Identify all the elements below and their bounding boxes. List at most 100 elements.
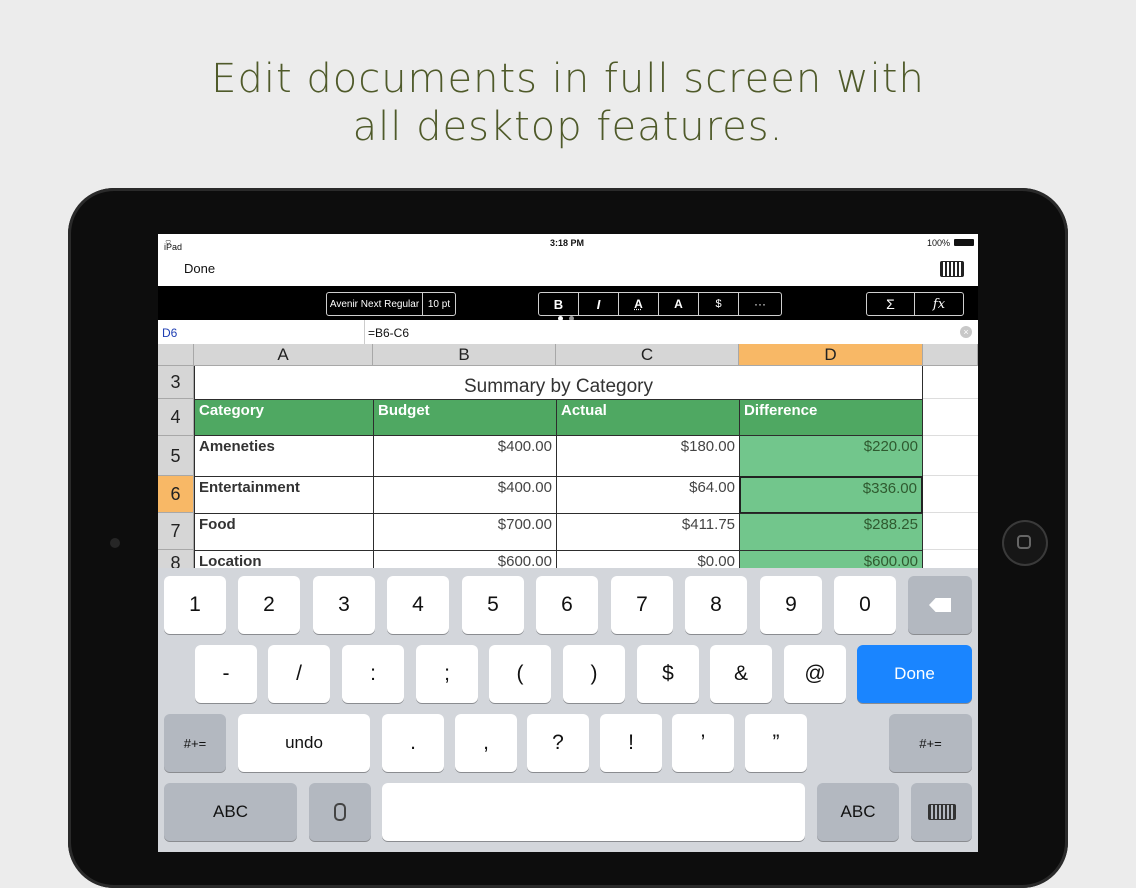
row-header-3[interactable]: 3: [158, 366, 194, 399]
key-1[interactable]: 1: [164, 576, 226, 634]
row-header-4[interactable]: 4: [158, 399, 194, 436]
key-5[interactable]: 5: [462, 576, 524, 634]
key-2[interactable]: 2: [238, 576, 300, 634]
battery-icon: [954, 239, 974, 246]
cell-actual[interactable]: $64.00: [556, 476, 740, 514]
font-size-button[interactable]: 10 pt: [423, 293, 455, 315]
row-header-7[interactable]: 7: [158, 513, 194, 550]
device-label: iPad ⌔: [164, 238, 183, 252]
cell-difference-selected[interactable]: $336.00: [739, 476, 923, 514]
column-header-e[interactable]: [923, 344, 978, 366]
key-period[interactable]: .: [382, 714, 444, 772]
keyboard-toggle-icon[interactable]: [940, 261, 964, 277]
spreadsheet-grid: A B C D 3 4 5 6 7 8 Summary by Category …: [158, 344, 978, 568]
microphone-icon: [334, 803, 346, 821]
header-difference[interactable]: Difference: [739, 399, 923, 436]
undo-key[interactable]: undo: [238, 714, 370, 772]
abc-key-right[interactable]: ABC: [817, 783, 899, 841]
italic-button[interactable]: I: [579, 293, 619, 315]
space-key[interactable]: [382, 783, 805, 841]
front-camera: [110, 538, 120, 548]
cell-e3[interactable]: [923, 366, 978, 399]
cell-budget[interactable]: $600.00: [373, 550, 557, 568]
cell-category[interactable]: Ameneties: [194, 435, 374, 477]
currency-button[interactable]: $: [699, 293, 739, 315]
key-open-paren[interactable]: (: [489, 645, 551, 703]
key-slash[interactable]: /: [268, 645, 330, 703]
symbols-key-right[interactable]: #+=: [889, 714, 972, 772]
key-question[interactable]: ?: [527, 714, 589, 772]
header-category[interactable]: Category: [194, 399, 374, 436]
more-button[interactable]: ···: [739, 293, 781, 315]
symbols-key-left[interactable]: #+=: [164, 714, 226, 772]
key-comma[interactable]: ,: [455, 714, 517, 772]
cell-difference[interactable]: $288.25: [739, 513, 923, 551]
cell-actual[interactable]: $0.00: [556, 550, 740, 568]
key-0[interactable]: 0: [834, 576, 896, 634]
key-minus[interactable]: -: [195, 645, 257, 703]
key-9[interactable]: 9: [760, 576, 822, 634]
cell-category[interactable]: Food: [194, 513, 374, 551]
row-header-8[interactable]: 8: [158, 550, 194, 568]
key-ampersand[interactable]: &: [710, 645, 772, 703]
formula-input[interactable]: =B6-C6: [368, 326, 409, 340]
delete-key[interactable]: [908, 576, 972, 634]
sum-button[interactable]: Σ: [867, 293, 915, 315]
row-header-6[interactable]: 6: [158, 476, 194, 513]
font-group: Avenir Next Regular 10 pt: [326, 292, 456, 316]
microphone-key[interactable]: [309, 783, 371, 841]
title-cell[interactable]: Summary by Category: [194, 366, 923, 399]
highlight-button[interactable]: A: [659, 293, 699, 315]
cell-category[interactable]: Location: [194, 550, 374, 568]
style-group: B I A A $ ···: [538, 292, 782, 316]
key-3[interactable]: 3: [313, 576, 375, 634]
cell-difference[interactable]: $600.00: [739, 550, 923, 568]
cell-reference[interactable]: D6: [162, 326, 177, 340]
function-button[interactable]: fx: [915, 293, 963, 315]
keyboard-hide-icon: [927, 804, 956, 820]
cell-e4[interactable]: [923, 399, 978, 436]
key-at[interactable]: @: [784, 645, 846, 703]
cell-budget[interactable]: $400.00: [373, 476, 557, 514]
font-name-button[interactable]: Avenir Next Regular: [327, 293, 423, 315]
hide-keyboard-key[interactable]: [911, 783, 972, 841]
key-6[interactable]: 6: [536, 576, 598, 634]
cell-category[interactable]: Entertainment: [194, 476, 374, 514]
numeric-keyboard: 1 2 3 4 5 6 7 8 9 0 - / : ; ( ) $ & @ Do…: [158, 568, 978, 852]
header-actual[interactable]: Actual: [556, 399, 740, 436]
key-close-paren[interactable]: ): [563, 645, 625, 703]
cell-budget[interactable]: $700.00: [373, 513, 557, 551]
abc-key-left[interactable]: ABC: [164, 783, 297, 841]
key-dollar[interactable]: $: [637, 645, 699, 703]
key-semicolon[interactable]: ;: [416, 645, 478, 703]
header-budget[interactable]: Budget: [373, 399, 557, 436]
corner-header[interactable]: [158, 344, 194, 366]
column-header-b[interactable]: B: [373, 344, 556, 366]
cell-actual[interactable]: $411.75: [556, 513, 740, 551]
key-colon[interactable]: :: [342, 645, 404, 703]
cell-actual[interactable]: $180.00: [556, 435, 740, 477]
key-4[interactable]: 4: [387, 576, 449, 634]
cell-e7[interactable]: [923, 513, 978, 550]
bold-button[interactable]: B: [539, 293, 579, 315]
clear-icon[interactable]: ×: [960, 326, 972, 338]
home-button[interactable]: [1002, 520, 1048, 566]
row-header-5[interactable]: 5: [158, 436, 194, 476]
key-exclamation[interactable]: !: [600, 714, 662, 772]
text-color-button[interactable]: A: [619, 293, 659, 315]
key-7[interactable]: 7: [611, 576, 673, 634]
cell-budget[interactable]: $400.00: [373, 435, 557, 477]
column-header-a[interactable]: A: [194, 344, 373, 366]
cell-e5[interactable]: [923, 436, 978, 476]
done-nav-button[interactable]: Done: [184, 261, 215, 276]
key-apostrophe[interactable]: ’: [672, 714, 734, 772]
cell-e6[interactable]: [923, 476, 978, 513]
key-8[interactable]: 8: [685, 576, 747, 634]
formula-group: Σ fx: [866, 292, 964, 316]
cell-difference[interactable]: $220.00: [739, 435, 923, 477]
key-quote[interactable]: ”: [745, 714, 807, 772]
column-header-c[interactable]: C: [556, 344, 739, 366]
screen: iPad ⌔ 3:18 PM 100% Done Avenir Next Reg…: [158, 234, 978, 852]
done-key[interactable]: Done: [857, 645, 972, 703]
column-header-d[interactable]: D: [739, 344, 923, 366]
